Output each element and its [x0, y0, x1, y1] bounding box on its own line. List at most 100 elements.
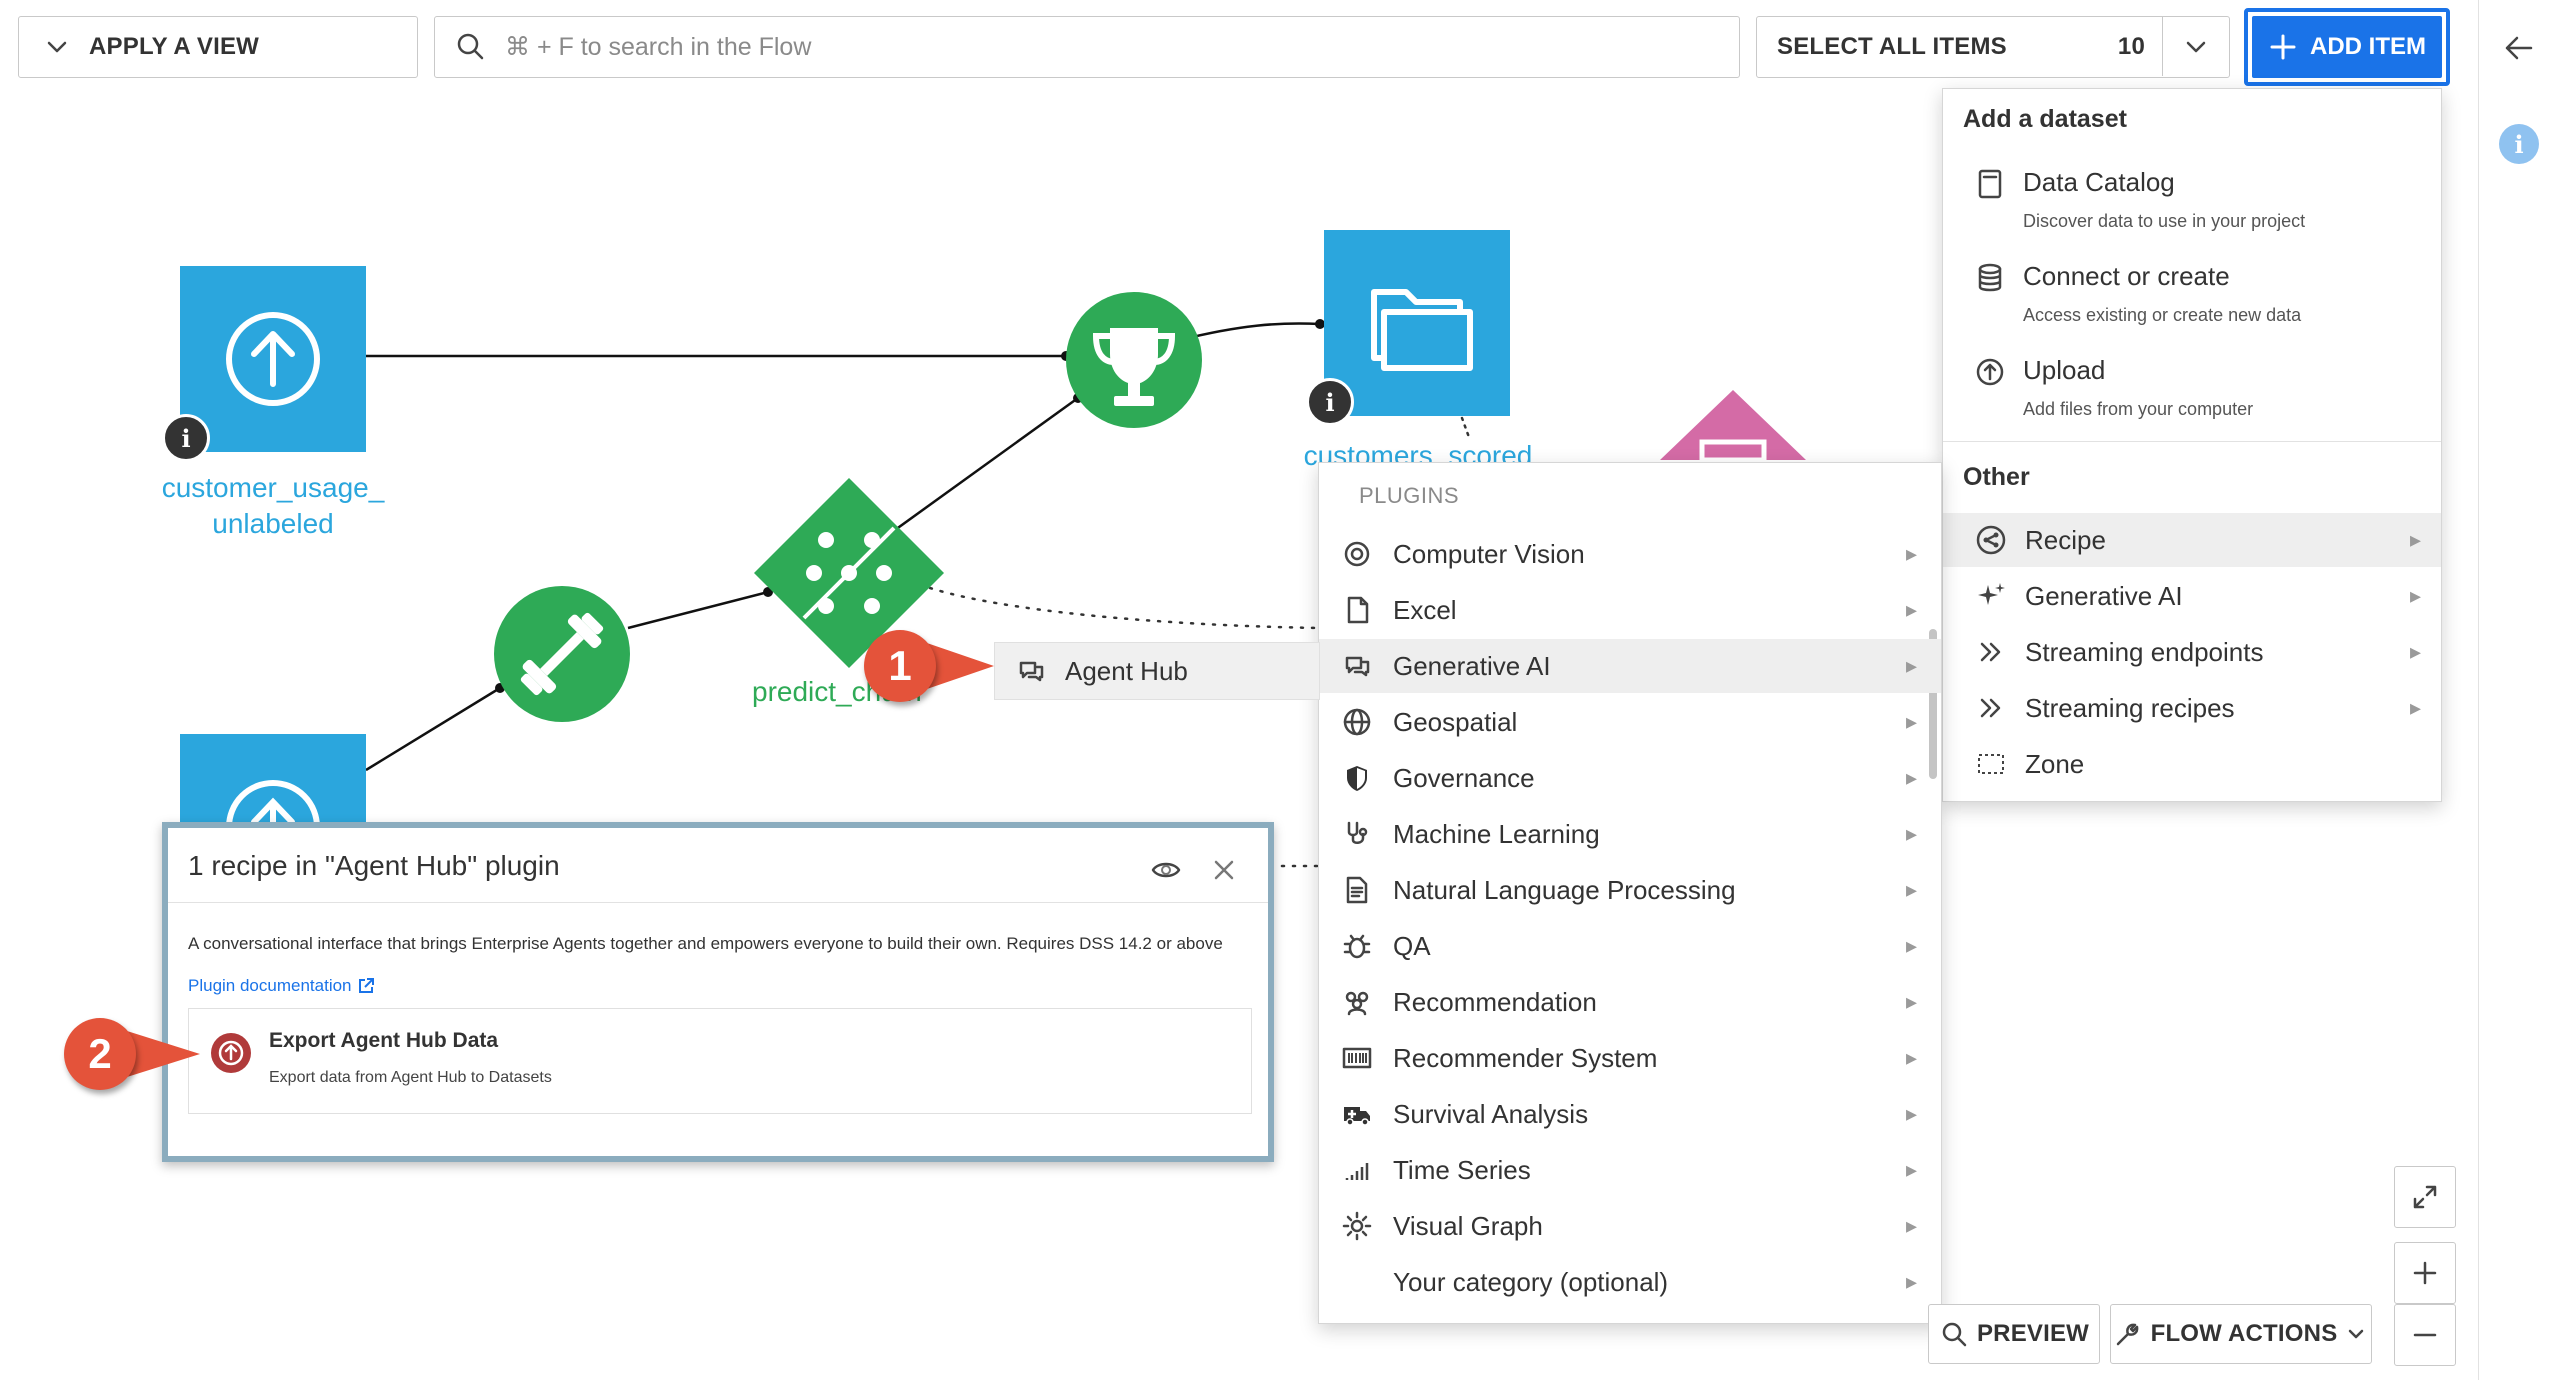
sparkle-icon: [1971, 576, 2011, 616]
document-text-icon: [1339, 872, 1375, 908]
menu-item-streaming-endpoints[interactable]: Streaming endpoints ▸: [1943, 625, 2441, 679]
menu-item-label: Upload: [2023, 355, 2106, 385]
chevron-right-icon: ▸: [1905, 877, 1917, 902]
menu-item-label: Generative AI: [2025, 580, 2183, 611]
recipe-description: Export data from Agent Hub to Datasets: [269, 1069, 552, 1086]
zoom-out-button[interactable]: [2394, 1304, 2456, 1366]
plugin-category-machine-learning[interactable]: Machine Learning ▸: [1319, 807, 1941, 861]
chevron-right-icon: ▸: [2409, 695, 2421, 720]
file-icon: [1339, 592, 1375, 628]
plugin-category-recommendation[interactable]: Recommendation ▸: [1319, 975, 1941, 1029]
plugin-category-recommender-system[interactable]: Recommender System ▸: [1319, 1031, 1941, 1085]
flow-actions-button[interactable]: FLOW ACTIONS: [2110, 1304, 2372, 1364]
recipe-title: Export Agent Hub Data: [269, 1029, 499, 1052]
plugin-category-your-category[interactable]: Your category (optional) ▸: [1319, 1255, 1941, 1309]
chat-icon: [1019, 661, 1044, 682]
upload-icon: [226, 312, 320, 406]
plugin-category-label: Your category (optional): [1393, 1266, 1669, 1297]
chevron-right-icon: ▸: [1905, 1101, 1917, 1126]
plugin-category-visual-graph[interactable]: Visual Graph ▸: [1319, 1199, 1941, 1253]
add-item-button[interactable]: ADD ITEM: [2252, 16, 2442, 78]
plugin-recipes-popover: 1 recipe in "Agent Hub" plugin A convers…: [162, 822, 1274, 1162]
plugin-category-geospatial[interactable]: Geospatial ▸: [1319, 695, 1941, 749]
chevron-right-icon: ▸: [1905, 653, 1917, 678]
menu-item-data-catalog[interactable]: Data Catalog Discover data to use in you…: [1943, 153, 2441, 245]
dataset-node-customers-scored[interactable]: [1324, 230, 1510, 416]
users-icon: [1339, 984, 1375, 1020]
select-dropdown-toggle[interactable]: [2162, 17, 2229, 76]
preview-button[interactable]: PREVIEW: [1928, 1304, 2100, 1364]
callout-1: 1: [864, 630, 996, 702]
zoom-in-button[interactable]: [2394, 1242, 2456, 1304]
menu-item-streaming-recipes[interactable]: Streaming recipes ▸: [1943, 681, 2441, 735]
chevron-right-icon: ▸: [1905, 933, 1917, 958]
ambulance-icon: [1339, 1096, 1375, 1132]
webapp-node[interactable]: [1660, 390, 1806, 460]
add-item-focus-ring: ADD ITEM: [2244, 8, 2450, 86]
menu-item-upload[interactable]: Upload Add files from your computer: [1943, 341, 2441, 433]
plugin-category-time-series[interactable]: Time Series ▸: [1319, 1143, 1941, 1197]
plugin-category-survival-analysis[interactable]: Survival Analysis ▸: [1319, 1087, 1941, 1141]
info-icon[interactable]: i: [2499, 124, 2539, 164]
callout-number: 1: [864, 630, 936, 702]
plugin-documentation-link[interactable]: Plugin documentation: [188, 976, 376, 996]
chat-icon: [1339, 648, 1375, 684]
chevron-right-icon: ▸: [1905, 541, 1917, 566]
zone-icon: [1971, 744, 2011, 784]
score-recipe-node[interactable]: [1066, 292, 1202, 428]
stream-icon: [1971, 632, 2011, 672]
plugin-category-computer-vision[interactable]: Computer Vision ▸: [1319, 527, 1941, 581]
sun-icon: [1339, 1208, 1375, 1244]
plugin-category-label: Excel: [1393, 594, 1457, 625]
select-all-items[interactable]: SELECT ALL ITEMS 10: [1756, 16, 2230, 78]
apply-view-button[interactable]: APPLY A VIEW: [18, 16, 418, 78]
chevron-right-icon: ▸: [2409, 527, 2421, 552]
dataset-node-customer-usage-unlabeled[interactable]: [180, 266, 366, 452]
stethoscope-icon: [1339, 816, 1375, 852]
fullscreen-button[interactable]: [2394, 1166, 2456, 1228]
barcode-icon: [1339, 1040, 1375, 1076]
plus-icon: [2413, 1261, 2437, 1285]
flow-search-input[interactable]: ⌘ + F to search in the Flow: [434, 16, 1740, 78]
plugin-category-generative-ai[interactable]: Generative AI ▸: [1319, 639, 1941, 693]
menu-item-recipe[interactable]: Recipe ▸: [1943, 513, 2441, 567]
menu-item-label: Data Catalog: [2023, 167, 2175, 197]
plugin-category-excel[interactable]: Excel ▸: [1319, 583, 1941, 637]
info-icon[interactable]: i: [1306, 378, 1354, 426]
dataset-label: customer_usage_ unlabeled: [130, 470, 416, 542]
plugin-category-label: Machine Learning: [1393, 818, 1600, 849]
menu-item-label: Connect or create: [2023, 261, 2230, 291]
plugin-category-label: Computer Vision: [1393, 538, 1585, 569]
chevron-right-icon: ▸: [1905, 1157, 1917, 1182]
selected-count: 10: [2117, 33, 2145, 60]
shield-icon: [1339, 760, 1375, 796]
menu-item-zone[interactable]: Zone: [1943, 737, 2441, 791]
train-recipe-node[interactable]: [494, 586, 630, 722]
plugins-header: PLUGINS: [1359, 483, 1460, 508]
stream-icon: [1971, 688, 2011, 728]
chevron-right-icon: ▸: [1905, 1213, 1917, 1238]
plugin-category-nlp[interactable]: Natural Language Processing ▸: [1319, 863, 1941, 917]
menu-item-label: Recipe: [2025, 524, 2106, 555]
menu-item-generative-ai[interactable]: Generative AI ▸: [1943, 569, 2441, 623]
plugin-category-label: Geospatial: [1393, 706, 1518, 737]
back-arrow-icon[interactable]: [2501, 30, 2537, 66]
close-icon[interactable]: [1208, 854, 1240, 886]
plugin-category-qa[interactable]: QA ▸: [1319, 919, 1941, 973]
recipe-icon: [1971, 520, 2011, 560]
eye-icon[interactable]: [1150, 854, 1182, 886]
menu-item-desc: Discover data to use in your project: [2023, 211, 2306, 231]
recipe-card-export-agent-hub-data[interactable]: Export Agent Hub Data Export data from A…: [188, 1008, 1252, 1114]
database-icon: [1978, 263, 2002, 292]
plugin-category-label: QA: [1393, 930, 1431, 961]
popover-divider: [168, 902, 1268, 903]
chevron-right-icon: ▸: [1905, 1045, 1917, 1070]
bug-icon: [1339, 928, 1375, 964]
signal-bars-icon: [1339, 1152, 1375, 1188]
plugin-category-governance[interactable]: Governance ▸: [1319, 751, 1941, 805]
info-icon[interactable]: i: [162, 414, 210, 462]
add-item-label: ADD ITEM: [2310, 33, 2426, 60]
agent-hub-item[interactable]: Agent Hub: [994, 642, 1320, 700]
chevron-right-icon: ▸: [2409, 639, 2421, 664]
menu-item-connect-or-create[interactable]: Connect or create Access existing or cre…: [1943, 247, 2441, 339]
